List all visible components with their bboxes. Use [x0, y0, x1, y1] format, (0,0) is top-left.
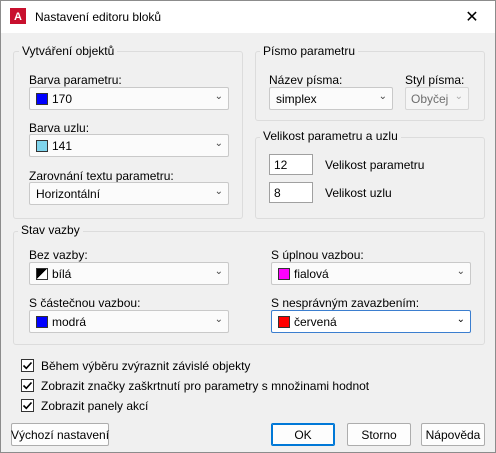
over-color-select[interactable]: červená ⌄: [271, 310, 471, 333]
title-bar: A Nastavení editoru bloků ✕: [1, 1, 495, 33]
cancel-button[interactable]: Storno: [347, 423, 411, 446]
svg-text:A: A: [14, 11, 22, 23]
node-color-label: Barva uzlu:: [29, 121, 90, 135]
chevron-down-icon: ⌄: [214, 314, 223, 325]
checkmark-icon: [22, 361, 33, 370]
param-color-swatch: [36, 93, 48, 105]
ok-button[interactable]: OK: [271, 423, 335, 446]
text-align-label: Zarovnání textu parametru:: [29, 169, 174, 183]
full-label: S úplnou vazbou:: [271, 248, 364, 262]
full-color-value: fialová: [294, 267, 329, 281]
close-button[interactable]: ✕: [449, 1, 495, 33]
unconstrained-color-value: bílá: [52, 267, 72, 281]
chevron-down-icon: ⌄: [454, 91, 463, 102]
param-color-value: 170: [52, 92, 73, 106]
chevron-down-icon: ⌄: [214, 91, 223, 102]
font-style-value: Obyčej: [411, 92, 449, 106]
font-style-select[interactable]: Obyčej ⌄: [405, 87, 469, 110]
font-name-label: Název písma:: [269, 73, 343, 87]
param-size-label: Velikost parametru: [325, 158, 425, 172]
over-color-swatch: [278, 316, 290, 328]
full-color-select[interactable]: fialová ⌄: [271, 262, 471, 285]
block-editor-settings-dialog: A Nastavení editoru bloků ✕ Vytváření ob…: [0, 0, 496, 453]
partial-color-swatch: [36, 316, 48, 328]
chevron-down-icon: ⌄: [378, 91, 387, 102]
param-size-input[interactable]: 12: [269, 154, 313, 175]
over-color-value: červená: [294, 315, 337, 329]
font-name-value: simplex: [276, 92, 317, 106]
over-label: S nesprávným zavazbením:: [271, 296, 420, 310]
node-color-swatch: [36, 140, 48, 152]
unconstrained-color-swatch: [36, 268, 48, 280]
partial-color-value: modrá: [52, 315, 87, 329]
checkmark-icon: [22, 381, 33, 390]
constraint-state-title: Stav vazby: [18, 223, 83, 237]
partial-color-select[interactable]: modrá ⌄: [29, 310, 229, 333]
window-title: Nastavení editoru bloků: [35, 10, 162, 24]
param-color-select[interactable]: 170 ⌄: [29, 87, 229, 110]
defaults-button[interactable]: Výchozí nastavení: [11, 423, 109, 446]
param-color-label: Barva parametru:: [29, 73, 122, 87]
chevron-down-icon: ⌄: [456, 314, 465, 325]
node-color-select[interactable]: 141 ⌄: [29, 134, 229, 157]
show-checkmarks-label: Zobrazit značky zaškrtnutí pro parametry…: [41, 379, 370, 393]
autocad-logo-icon: A: [10, 8, 26, 24]
full-color-swatch: [278, 268, 290, 280]
help-button[interactable]: Nápověda: [421, 423, 485, 446]
node-size-label: Velikost uzlu: [325, 186, 392, 200]
unconstrained-color-select[interactable]: bílá ⌄: [29, 262, 229, 285]
close-icon: ✕: [465, 9, 479, 26]
unconstrained-label: Bez vazby:: [29, 248, 88, 262]
object-creation-title: Vytváření objektů: [19, 44, 118, 58]
param-font-title: Písmo parametru: [260, 44, 359, 58]
chevron-down-icon: ⌄: [214, 138, 223, 149]
chevron-down-icon: ⌄: [214, 186, 223, 197]
text-align-value: Horizontální: [36, 187, 101, 201]
highlight-dependents-checkbox[interactable]: [21, 359, 34, 372]
show-checkmarks-checkbox[interactable]: [21, 379, 34, 392]
chevron-down-icon: ⌄: [456, 266, 465, 277]
chevron-down-icon: ⌄: [214, 266, 223, 277]
show-action-bars-checkbox[interactable]: [21, 399, 34, 412]
highlight-dependents-label: Během výběru zvýraznit závislé objekty: [41, 359, 251, 373]
node-color-value: 141: [52, 139, 73, 153]
partial-label: S částečnou vazbou:: [29, 296, 141, 310]
node-size-input[interactable]: 8: [269, 182, 313, 203]
param-size-title: Velikost parametru a uzlu: [260, 129, 401, 143]
font-style-label: Styl písma:: [405, 73, 465, 87]
param-size-group: [255, 137, 485, 219]
text-align-select[interactable]: Horizontální ⌄: [29, 182, 229, 205]
show-action-bars-label: Zobrazit panely akcí: [41, 399, 149, 413]
font-name-select[interactable]: simplex ⌄: [269, 87, 393, 110]
checkmark-icon: [22, 401, 33, 410]
